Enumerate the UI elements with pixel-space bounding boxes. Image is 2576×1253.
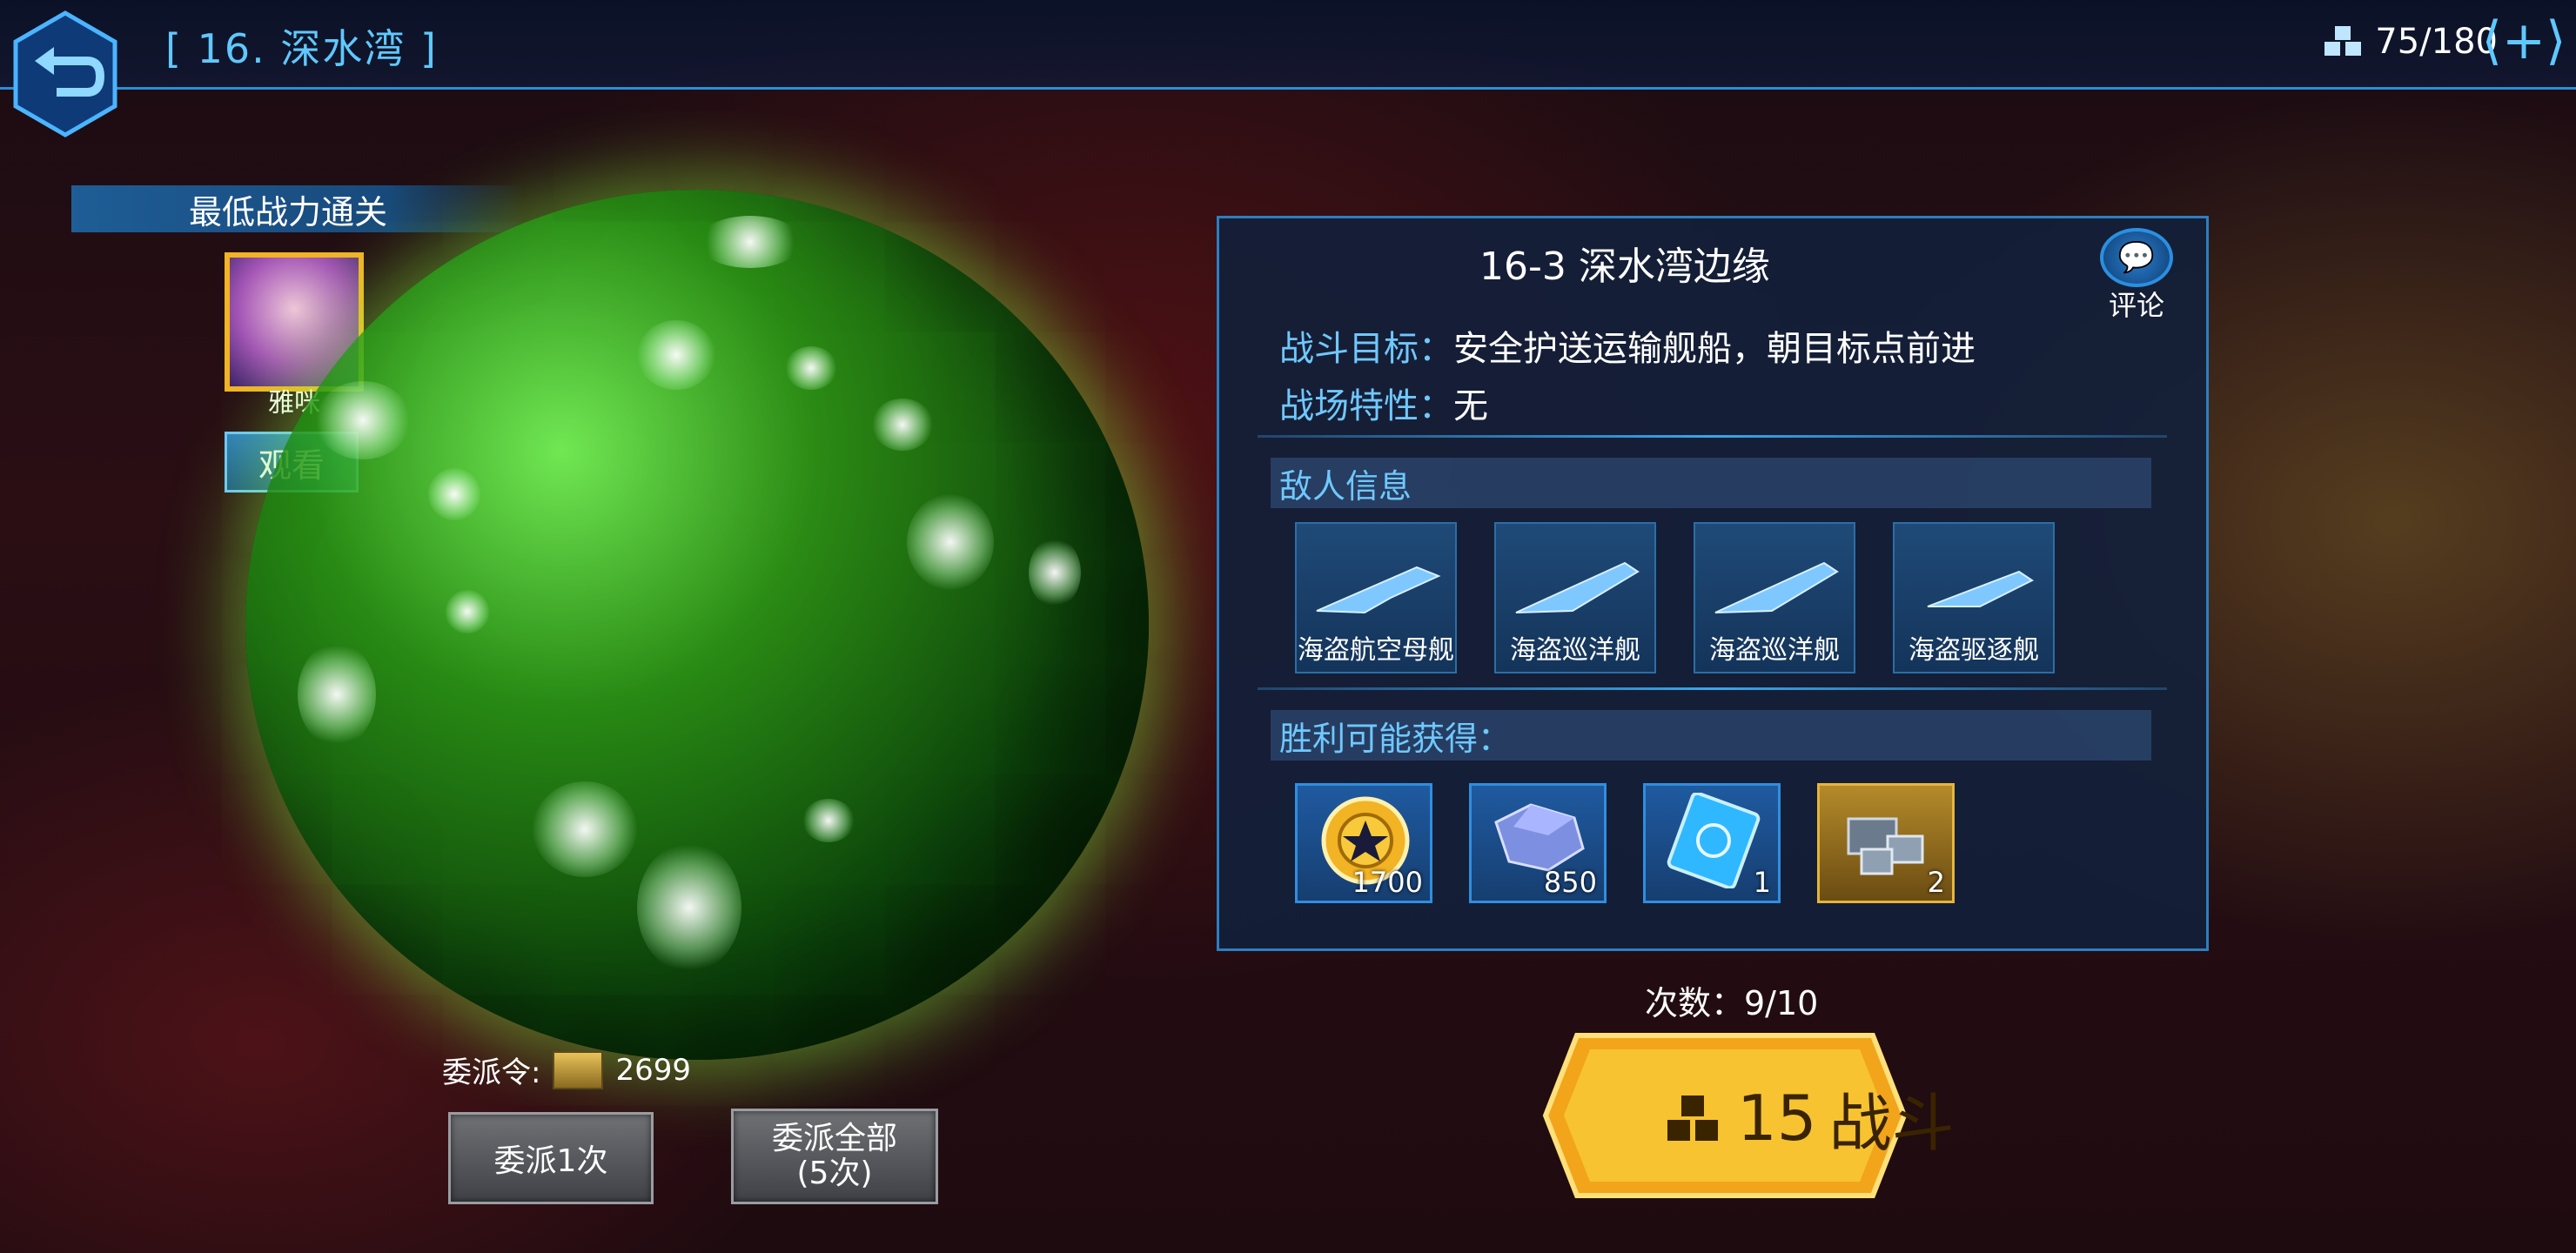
enemy-name: 海盗巡洋舰 — [1709, 635, 1840, 666]
parts-crate-icon — [1847, 817, 1924, 875]
battle-cost: 15 — [1737, 1081, 1817, 1155]
dispatch-all-label: 委派全部 — [771, 1121, 897, 1156]
reward-count: 1700 — [1352, 866, 1423, 899]
back-button[interactable] — [9, 9, 122, 139]
divider — [1258, 435, 2167, 438]
divider — [1258, 687, 2167, 690]
battle-goal: 战斗目标：安全护送运输舰船，朝目标点前进 — [1279, 320, 1976, 371]
reward-count: 1 — [1753, 866, 1771, 899]
goal-value: 安全护送运输舰船，朝目标点前进 — [1453, 329, 1976, 369]
blueprint-card-icon — [1667, 793, 1761, 888]
battle-label: 战斗 — [1828, 1087, 1955, 1160]
reward-item[interactable]: 1700 — [1295, 783, 1432, 903]
token-count: 2699 — [615, 1052, 691, 1088]
cruiser-ship-icon — [1714, 561, 1839, 613]
back-arrow-icon — [13, 10, 117, 137]
token-icon — [553, 1050, 604, 1089]
dispatch-all-count: (5次) — [796, 1156, 873, 1191]
battle-label-group: 15 战斗 — [1664, 1072, 1955, 1163]
enemy-card[interactable]: 海盗航空母舰 — [1295, 522, 1457, 673]
destroyer-ship-icon — [1927, 570, 2034, 607]
comment-button[interactable]: 💬 评论 — [2097, 228, 2176, 324]
reward-item[interactable]: 850 — [1469, 783, 1607, 903]
stage-title: [ 16. 深水湾 ] — [165, 25, 438, 72]
enemy-name: 海盗驱逐舰 — [1909, 635, 2039, 666]
plus-icon: ⟨+⟩ — [2481, 10, 2566, 71]
field-key: 战场特性： — [1279, 386, 1453, 426]
cubes-icon — [2324, 26, 2362, 56]
enemy-card[interactable]: 海盗驱逐舰 — [1893, 522, 2055, 673]
dispatch-tokens: 委派令: 2699 — [442, 1049, 691, 1091]
cubes-icon — [1667, 1095, 1718, 1141]
energy-counter: 75/180 — [2323, 17, 2498, 66]
goal-key: 战斗目标： — [1279, 329, 1453, 369]
dispatch-all-button[interactable]: 委派全部 (5次) — [731, 1109, 938, 1204]
rewards-header: 胜利可能获得： — [1271, 710, 2151, 761]
add-energy-button[interactable]: ⟨+⟩ — [2481, 10, 2566, 71]
reward-count: 2 — [1927, 866, 1945, 899]
attempts-counter: 次数：9/10 — [1645, 984, 1819, 1022]
best-clear-header: 最低战力通关 — [71, 185, 524, 232]
field-value: 无 — [1453, 386, 1488, 426]
enemy-card[interactable]: 海盗巡洋舰 — [1694, 522, 1855, 673]
reward-item[interactable]: 1 — [1643, 783, 1781, 903]
reward-count: 850 — [1543, 866, 1597, 899]
planet — [245, 190, 1149, 1060]
enemy-name: 海盗航空母舰 — [1298, 635, 1454, 666]
comment-label: 评论 — [2108, 289, 2164, 322]
enemy-card[interactable]: 海盗巡洋舰 — [1494, 522, 1656, 673]
panel-title: 16-3 深水湾边缘 — [1479, 245, 1770, 289]
reward-item[interactable]: 2 — [1817, 783, 1955, 903]
chat-bubble-icon: 💬 — [2100, 228, 2173, 287]
battlefield-trait: 战场特性：无 — [1279, 378, 1488, 428]
dispatch-once-label: 委派1次 — [493, 1143, 608, 1179]
cruiser-ship-icon — [1515, 561, 1640, 613]
energy-value: 75/180 — [2375, 22, 2498, 62]
enemy-name: 海盗巡洋舰 — [1510, 635, 1640, 666]
dispatch-label: 委派令: — [442, 1055, 541, 1090]
carrier-ship-icon — [1316, 566, 1441, 614]
enemy-info-header: 敌人信息 — [1271, 458, 2151, 508]
dispatch-once-button[interactable]: 委派1次 — [448, 1112, 654, 1204]
